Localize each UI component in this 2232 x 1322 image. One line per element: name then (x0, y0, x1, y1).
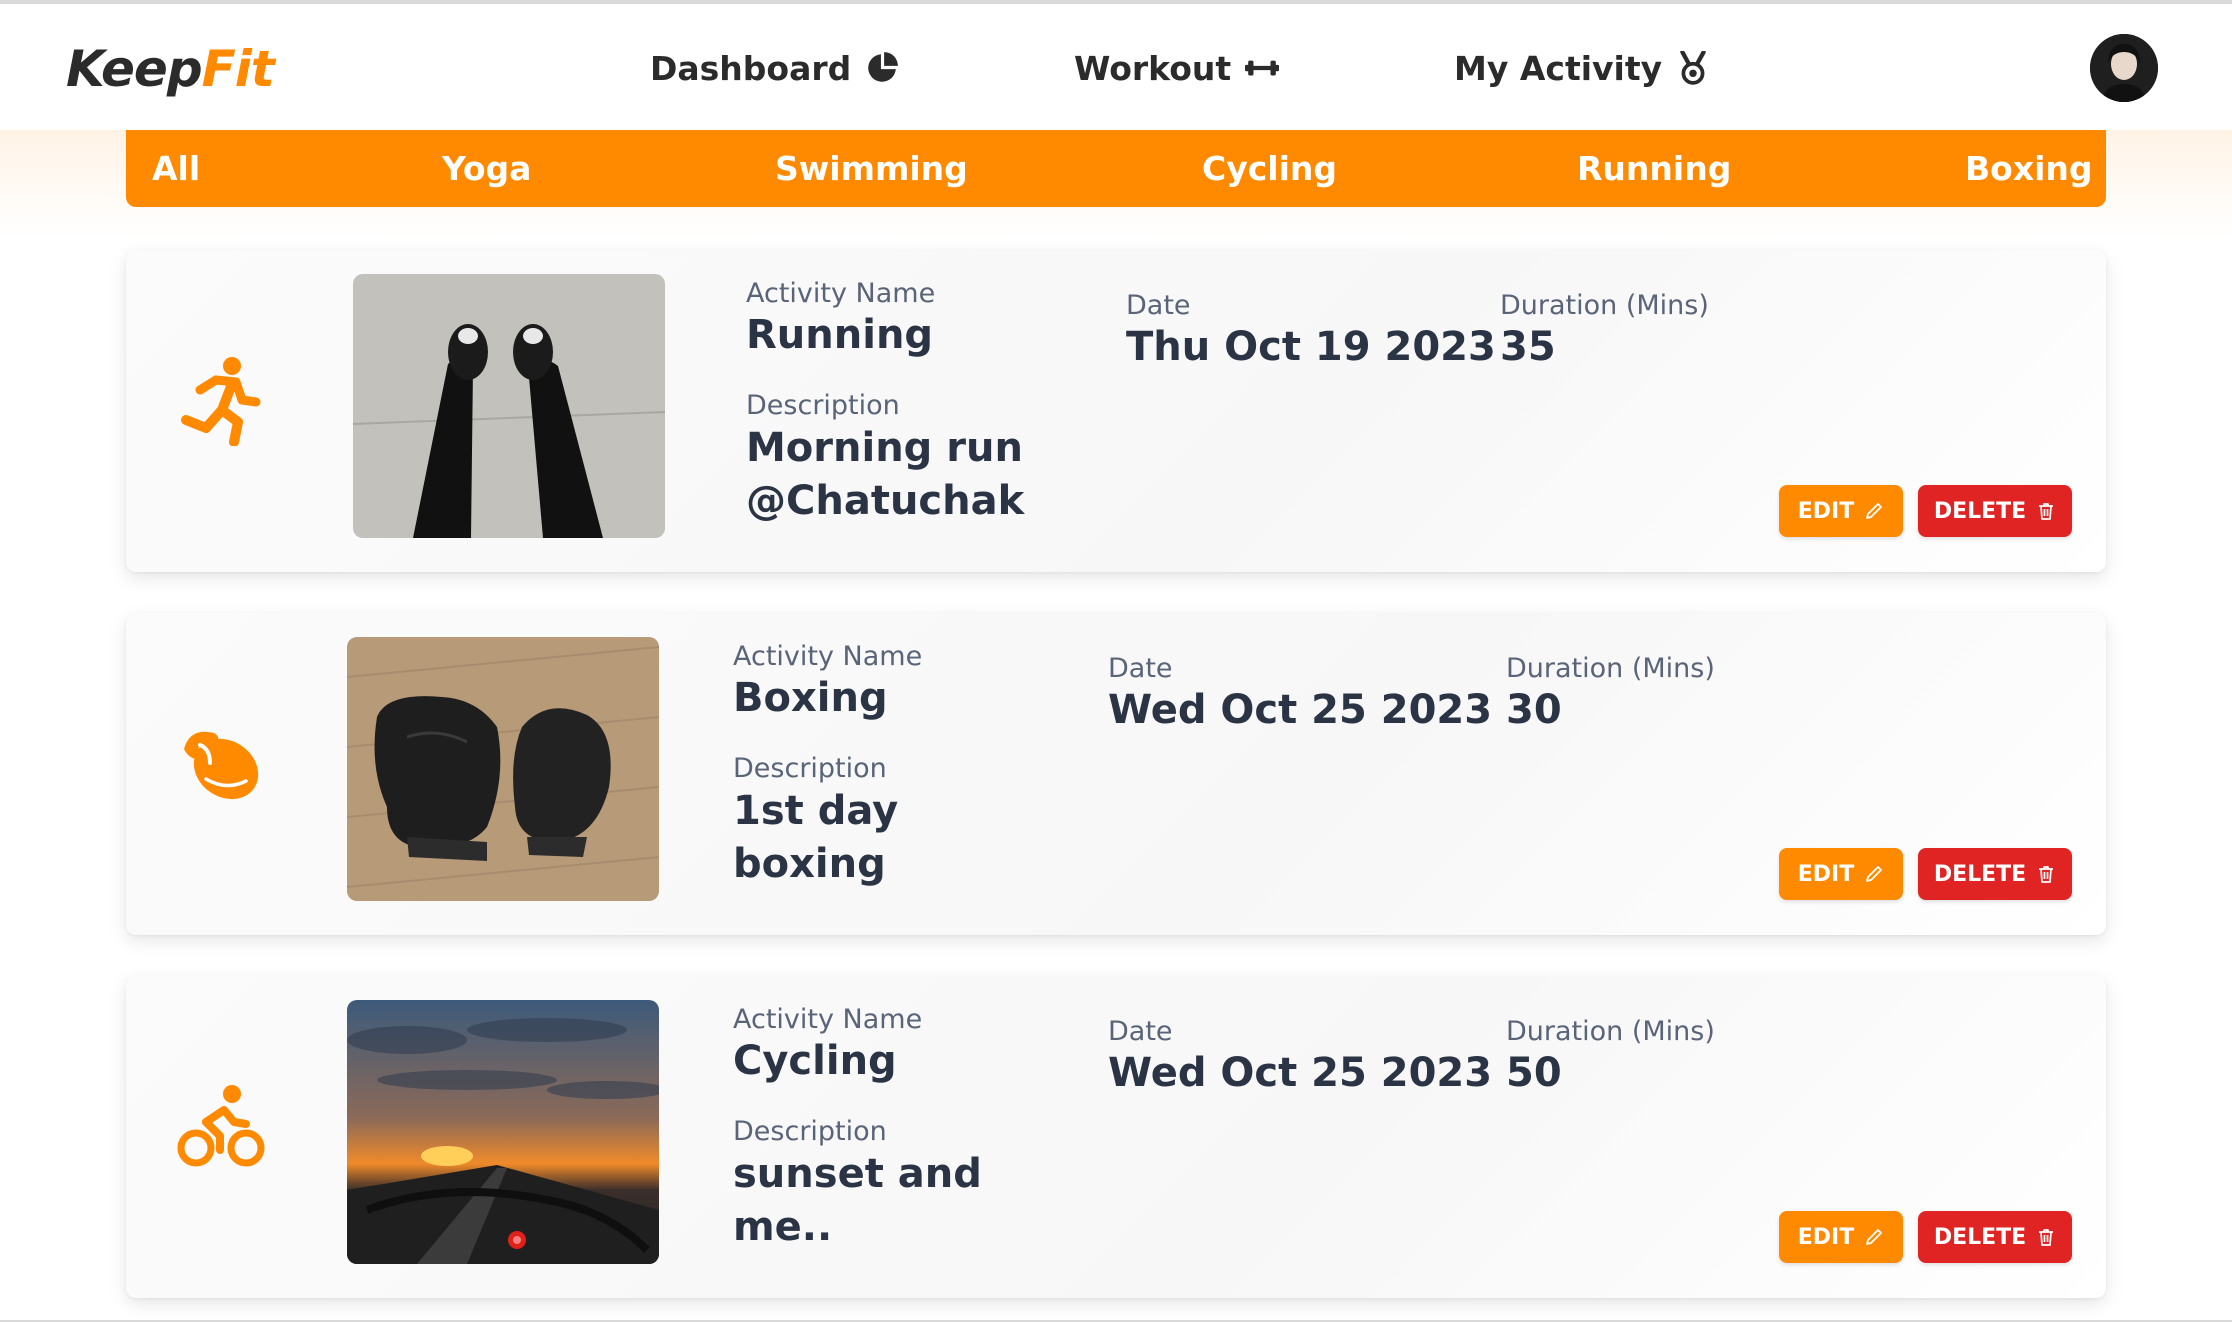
navbar: KeepFit Dashboard Workout My Activity (0, 4, 2232, 130)
nav-workout[interactable]: Workout (1074, 44, 1280, 92)
tab-running[interactable]: Running (1577, 130, 1731, 207)
delete-button[interactable]: DELETE (1918, 485, 2072, 537)
delete-button[interactable]: DELETE (1918, 848, 2072, 900)
activity-card: Activity Name Boxing Description 1st day… (126, 613, 2106, 935)
activity-name: Running (746, 312, 934, 358)
edit-button-label: EDIT (1797, 1224, 1855, 1250)
delete-button[interactable]: DELETE (1918, 1211, 2072, 1263)
edit-button[interactable]: EDIT (1779, 1211, 1903, 1263)
activity-name-label: Activity Name (746, 278, 936, 309)
tab-boxing[interactable]: Boxing (1965, 130, 2093, 207)
logo-keep: Keep (66, 40, 203, 98)
edit-button-label: EDIT (1797, 861, 1855, 887)
edit-button[interactable]: EDIT (1779, 848, 1903, 900)
activity-card: Activity Name Cycling Description sunset… (126, 976, 2106, 1298)
activity-description: sunset and me.. (733, 1151, 982, 1250)
dumbbell-icon (1245, 60, 1280, 76)
tab-all[interactable]: All (152, 130, 200, 207)
pencil-icon (1866, 866, 1883, 882)
date-label: Date (1126, 290, 1191, 321)
nav-dashboard-label: Dashboard (650, 48, 852, 88)
description-label: Description (746, 390, 900, 421)
tab-swimming[interactable]: Swimming (775, 130, 968, 207)
app-logo[interactable]: KeepFit (66, 40, 275, 98)
delete-button-label: DELETE (1933, 498, 2027, 524)
date-label: Date (1108, 1016, 1173, 1047)
feet-on-pavement-photo (353, 274, 665, 538)
activity-name-label: Activity Name (733, 641, 923, 672)
delete-button-label: DELETE (1933, 1224, 2027, 1250)
pencil-icon (1866, 1229, 1883, 1245)
activity-date: Thu Oct 19 2023 (1126, 324, 1496, 370)
activity-date: Wed Oct 25 2023 (1108, 687, 1493, 733)
duration-label: Duration (Mins) (1500, 290, 1709, 321)
tab-cycling[interactable]: Cycling (1202, 130, 1337, 207)
boxing-gloves-photo (347, 637, 659, 901)
activity-name: Cycling (733, 1038, 897, 1084)
delete-button-label: DELETE (1933, 861, 2027, 887)
activity-name-label: Activity Name (733, 1004, 923, 1035)
medal-icon (1680, 51, 1706, 85)
pencil-icon (1866, 503, 1883, 519)
activity-duration: 30 (1506, 687, 1562, 733)
activity-card: Activity Name Running Description Mornin… (126, 250, 2106, 572)
edit-button[interactable]: EDIT (1779, 485, 1903, 537)
category-tabs: All Yoga Swimming Cycling Running Boxing (126, 130, 2106, 207)
duration-label: Duration (Mins) (1506, 653, 1715, 684)
running-person-icon (181, 357, 261, 446)
activity-date: Wed Oct 25 2023 (1108, 1050, 1493, 1096)
activity-description: 1st day boxing (733, 788, 899, 887)
sunset-bike-photo (347, 1000, 659, 1264)
tab-yoga[interactable]: Yoga (442, 130, 531, 207)
logo-fit: Fit (201, 40, 275, 98)
duration-label: Duration (Mins) (1506, 1016, 1715, 1047)
activity-duration: 35 (1500, 324, 1556, 370)
trash-icon (2039, 1229, 2054, 1246)
user-avatar[interactable] (2090, 34, 2158, 102)
edit-button-label: EDIT (1797, 498, 1855, 524)
activity-duration: 50 (1506, 1050, 1562, 1096)
description-label: Description (733, 753, 887, 784)
nav-my-activity[interactable]: My Activity (1454, 44, 1710, 92)
activity-description: Morning run @Chatuchak (746, 425, 1025, 524)
nav-my-activity-label: My Activity (1454, 48, 1663, 88)
nav-workout-label: Workout (1074, 48, 1232, 88)
description-label: Description (733, 1116, 887, 1147)
date-label: Date (1108, 653, 1173, 684)
trash-icon (2039, 866, 2054, 883)
trash-icon (2039, 503, 2054, 520)
pie-chart-icon (868, 52, 899, 82)
activity-name: Boxing (733, 675, 888, 721)
cyclist-icon (177, 1085, 265, 1167)
boxing-glove-icon (184, 731, 259, 800)
nav-dashboard[interactable]: Dashboard (650, 44, 899, 92)
